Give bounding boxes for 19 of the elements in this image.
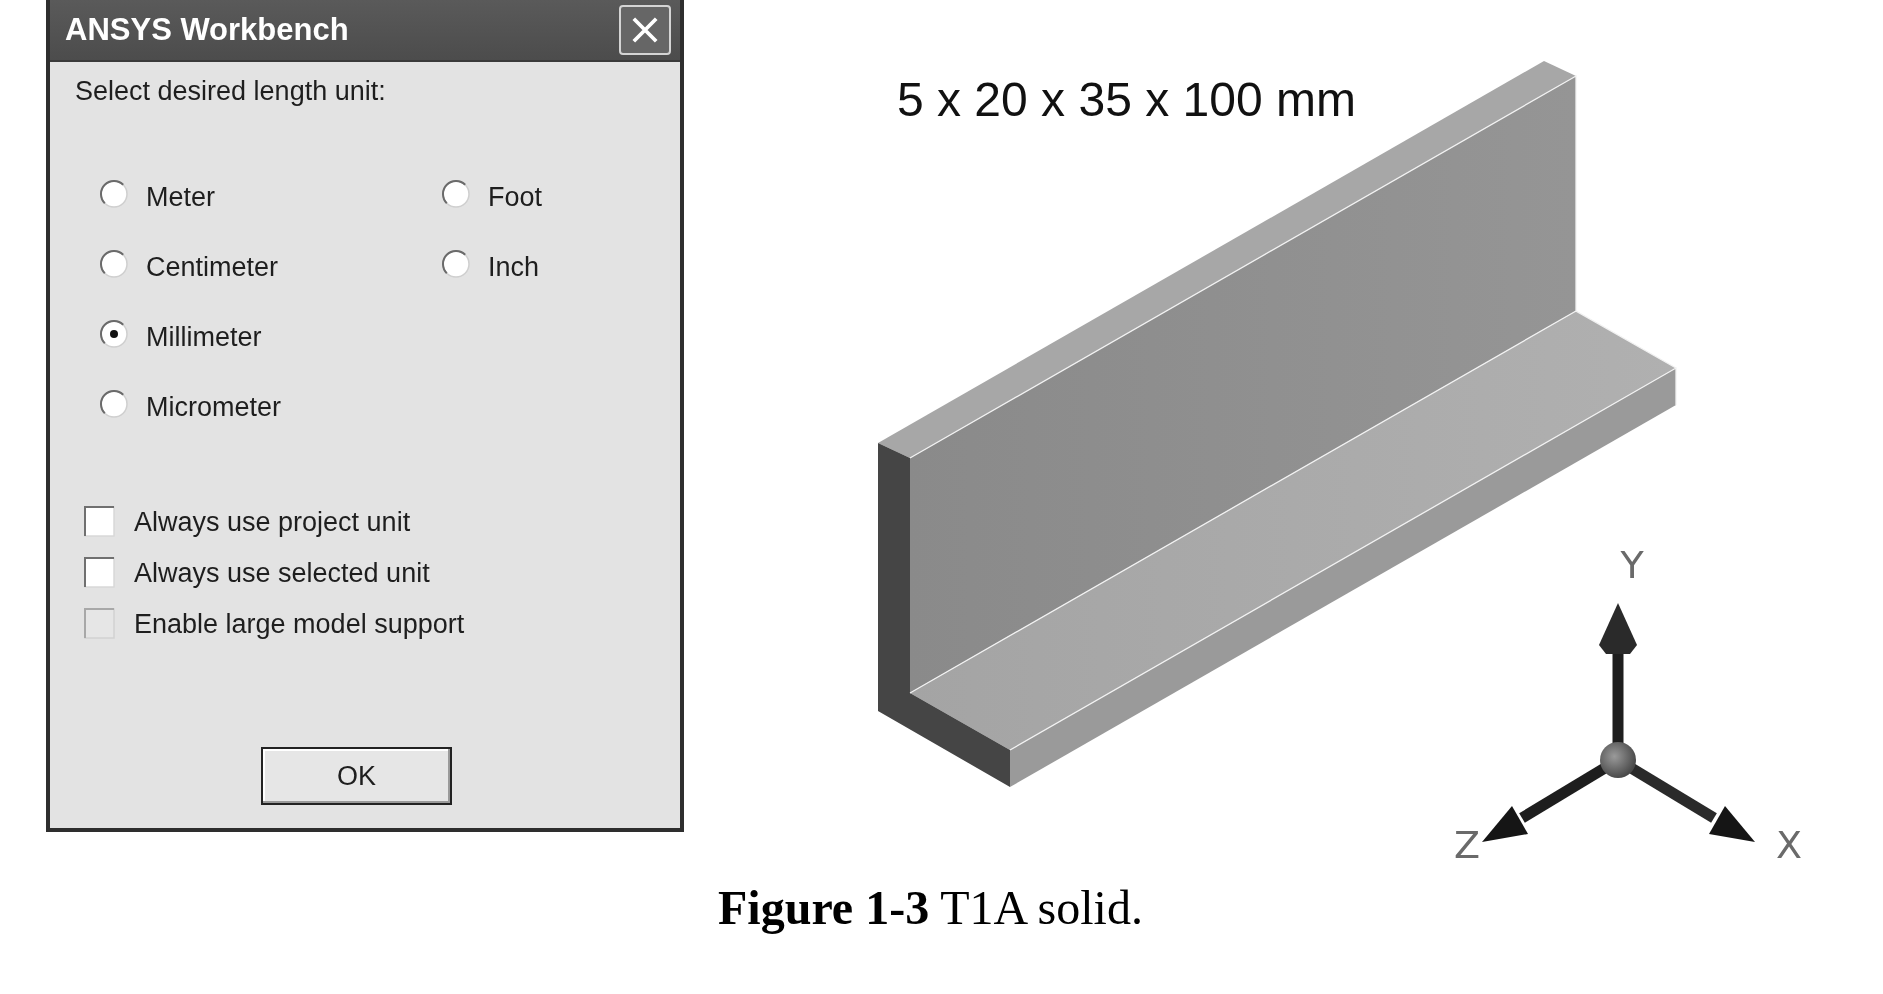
unit-radio[interactable]: Centimeter [100,245,279,283]
close-icon [631,16,659,44]
figure-caption: Figure 1-3 T1A solid. [718,880,1143,936]
option-checkbox[interactable]: Always use project unit [84,496,411,547]
axis-label: X [1776,823,1802,867]
prompt-text: Select desired length unit: [75,75,386,107]
dimension-label: 5 x 20 x 35 x 100 mm [897,73,1356,126]
unit-radio[interactable]: Micrometer [100,385,281,423]
window-title: ANSYS Workbench [65,12,349,48]
unit-radio[interactable]: Millimeter [100,315,262,353]
option-checkbox[interactable]: Always use selected unit [84,547,430,598]
axis-label: Y [1620,543,1644,587]
unit-radio[interactable]: Meter [100,175,216,213]
close-button[interactable] [619,5,671,55]
axis-triad-icon [1482,603,1755,842]
unit-radio[interactable]: Foot [442,175,543,213]
ok-button[interactable]: OK [261,747,452,805]
unit-radio[interactable]: Inch [442,245,540,283]
axis-label: Z [1454,823,1480,867]
